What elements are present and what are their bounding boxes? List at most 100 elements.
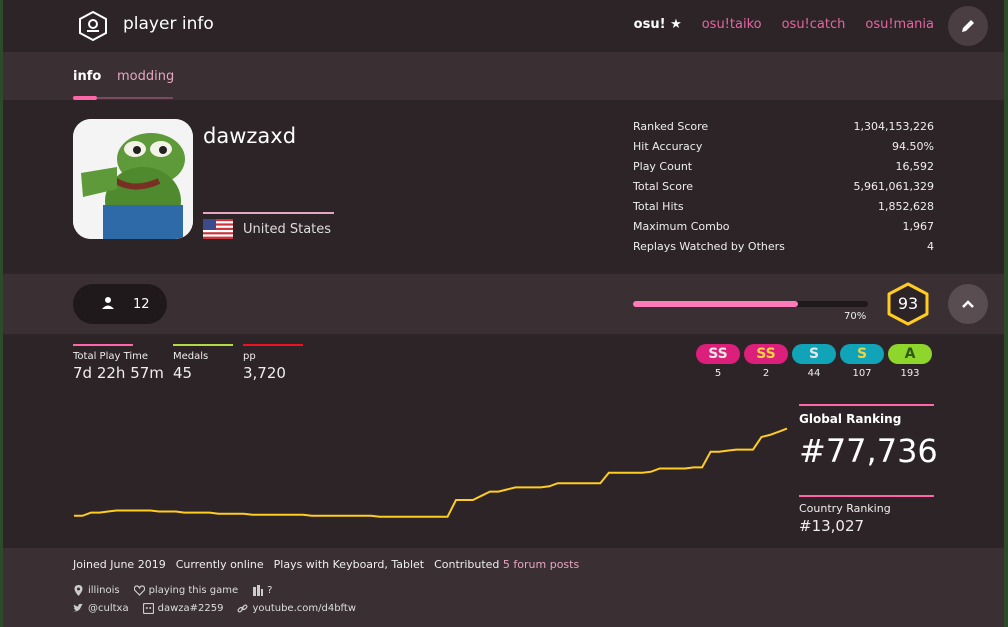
contributed: Contributed 5 forum posts bbox=[434, 558, 579, 571]
pp-label: pp bbox=[243, 351, 256, 362]
heart-icon bbox=[133, 585, 145, 596]
discord-handle: dawza#2259 bbox=[157, 603, 224, 614]
twitter-link[interactable]: @cultxa bbox=[73, 603, 129, 614]
stats-list: Ranked Score 1,304,153,226 Hit Accuracy 94.… bbox=[633, 120, 934, 260]
page-title: player info bbox=[123, 14, 214, 34]
link-icon bbox=[237, 604, 248, 613]
grade-count: 5 bbox=[714, 368, 722, 379]
discord-icon bbox=[142, 603, 154, 614]
rank-section: Total Play Time 7d 22h 57m Medals 45 pp … bbox=[3, 334, 1004, 548]
forum-posts-link[interactable]: 5 forum posts bbox=[503, 558, 579, 571]
pp: pp 3,720 bbox=[243, 344, 303, 382]
stat-label: Play Count bbox=[633, 160, 693, 173]
global-ranking-label: Global Ranking bbox=[799, 412, 902, 426]
stat-row: Maximum Combo 1,967 bbox=[633, 220, 934, 240]
stat-value: 1,304,153,226 bbox=[853, 120, 934, 133]
stat-value: 4 bbox=[927, 240, 934, 253]
website-link[interactable]: youtube.com/d4bftw bbox=[237, 603, 356, 614]
tab-modding[interactable]: modding bbox=[117, 69, 174, 84]
grade-item: A 193 bbox=[888, 344, 932, 379]
followers-count: 12 bbox=[133, 297, 150, 312]
rank-history-graph[interactable] bbox=[73, 404, 788, 529]
profile-footer: Joined June 2019 Currently online Plays … bbox=[3, 548, 1004, 627]
grade-item: SS 2 bbox=[744, 344, 788, 379]
country-divider bbox=[203, 212, 334, 214]
stat-label: Total Hits bbox=[633, 200, 684, 213]
country-ranking-value: #13,027 bbox=[799, 517, 865, 535]
level-number: 93 bbox=[897, 294, 919, 313]
grade-item: SS 5 bbox=[696, 344, 740, 379]
medals: Medals 45 bbox=[173, 344, 233, 382]
grade-badge: A bbox=[888, 344, 932, 364]
us-flag-icon bbox=[203, 219, 233, 239]
plays-with: Plays with Keyboard, Tablet bbox=[273, 558, 425, 571]
avatar[interactable] bbox=[73, 119, 193, 239]
profile-header: dawzaxd United States Ranked Score 1,304,… bbox=[3, 100, 1004, 274]
occupation-text: ? bbox=[267, 585, 273, 596]
stat-row: Total Score 5,961,061,329 bbox=[633, 180, 934, 200]
level-bar: 12 70% 93 bbox=[3, 274, 1004, 334]
online-status: Currently online bbox=[175, 558, 264, 571]
pencil-icon bbox=[962, 20, 974, 32]
level-progress-track bbox=[633, 301, 868, 307]
stat-row: Replays Watched by Others 4 bbox=[633, 240, 934, 260]
interests-text: playing this game bbox=[148, 585, 239, 596]
global-ranking-bar bbox=[799, 404, 934, 406]
country-name[interactable]: United States bbox=[243, 222, 331, 237]
medals-value: 45 bbox=[173, 364, 193, 382]
medals-label: Medals bbox=[173, 351, 209, 362]
profile-page: player info osu! ★ osu!taiko osu!catch o… bbox=[3, 0, 1004, 627]
stat-label: Hit Accuracy bbox=[633, 140, 703, 153]
grade-counts: SS 5 SS 2 S 44 S 107 A 193 bbox=[696, 344, 932, 379]
stat-value: 16,592 bbox=[895, 160, 935, 173]
location: illinois bbox=[73, 585, 120, 596]
pp-bar bbox=[243, 344, 303, 346]
stat-label: Replays Watched by Others bbox=[633, 240, 785, 253]
username: dawzaxd bbox=[203, 124, 297, 148]
grade-badge: SS bbox=[744, 344, 788, 364]
edit-profile-button[interactable] bbox=[948, 6, 988, 46]
joined-date: Joined June 2019 bbox=[73, 558, 166, 571]
level-progress-label: 70% bbox=[844, 311, 867, 322]
stat-label: Maximum Combo bbox=[633, 220, 730, 233]
tab-info[interactable]: info bbox=[73, 69, 101, 84]
profile-info-line: Joined June 2019 Currently online Plays … bbox=[73, 558, 579, 571]
grade-count: 193 bbox=[900, 368, 920, 379]
total-play-time: Total Play Time 7d 22h 57m bbox=[73, 344, 164, 382]
game-mode-tabs: osu! ★ osu!taiko osu!catch osu!mania bbox=[634, 17, 934, 32]
mode-osu[interactable]: osu! ★ bbox=[634, 17, 682, 32]
default-mode-star-icon: ★ bbox=[670, 17, 682, 32]
profile-extra-row: illinois playing this game ? bbox=[73, 585, 272, 596]
stat-value: 1,852,628 bbox=[878, 200, 934, 213]
discord-tag[interactable]: dawza#2259 bbox=[142, 603, 224, 614]
mode-taiko[interactable]: osu!taiko bbox=[702, 17, 762, 32]
mode-catch[interactable]: osu!catch bbox=[782, 17, 846, 32]
twitter-handle: @cultxa bbox=[88, 603, 129, 614]
stat-row: Ranked Score 1,304,153,226 bbox=[633, 120, 934, 140]
grade-item: S 107 bbox=[840, 344, 884, 379]
stat-value: 5,961,061,329 bbox=[853, 180, 934, 193]
country-ranking-label: Country Ranking bbox=[799, 502, 891, 515]
medals-bar bbox=[173, 344, 233, 346]
collapse-button[interactable] bbox=[948, 284, 988, 324]
map-marker-icon bbox=[74, 585, 83, 596]
grade-count: 2 bbox=[762, 368, 770, 379]
chevron-up-icon bbox=[962, 300, 974, 308]
grade-count: 44 bbox=[807, 368, 821, 379]
global-ranking: Global Ranking #77,736 bbox=[799, 404, 938, 470]
website-url: youtube.com/d4bftw bbox=[252, 603, 356, 614]
contributed-label: Contributed bbox=[434, 558, 500, 571]
grade-item: S 44 bbox=[792, 344, 836, 379]
grade-count: 107 bbox=[852, 368, 872, 379]
country-ranking: Country Ranking #13,027 bbox=[799, 495, 934, 535]
twitter-icon bbox=[73, 603, 83, 612]
followers-button[interactable]: 12 bbox=[73, 284, 167, 324]
stat-row: Play Count 16,592 bbox=[633, 160, 934, 180]
occupation: ? bbox=[252, 585, 272, 596]
mode-mania[interactable]: osu!mania bbox=[865, 17, 934, 32]
stat-row: Total Hits 1,852,628 bbox=[633, 200, 934, 220]
level-progress-fill bbox=[633, 301, 798, 307]
country-ranking-bar bbox=[799, 495, 934, 497]
grade-badge: S bbox=[792, 344, 836, 364]
stat-value: 1,967 bbox=[902, 220, 935, 233]
